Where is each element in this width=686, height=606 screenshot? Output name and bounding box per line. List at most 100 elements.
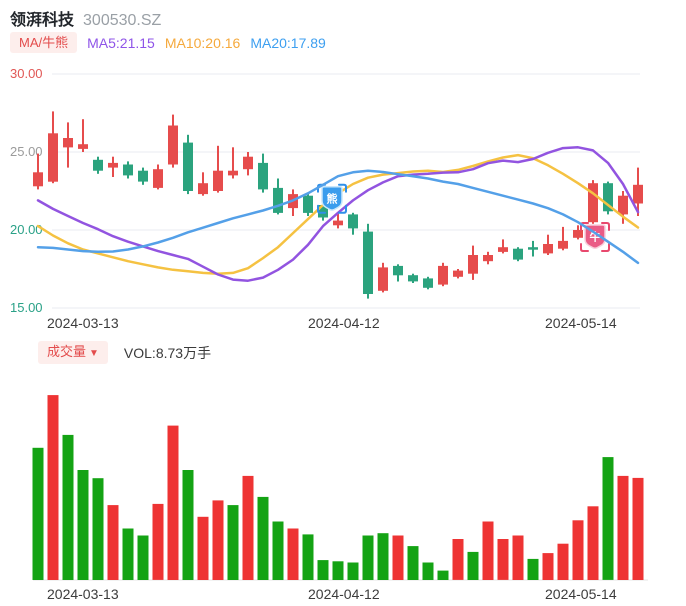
volume-bar[interactable] <box>497 539 509 580</box>
volume-bar[interactable] <box>152 503 164 580</box>
volume-bar[interactable] <box>197 516 209 580</box>
volume-bar[interactable] <box>167 425 179 580</box>
volume-bar[interactable] <box>572 520 584 580</box>
volume-bar[interactable] <box>422 562 434 581</box>
candle[interactable] <box>258 162 268 190</box>
candle[interactable] <box>63 138 73 148</box>
x-tick-label: 2024-04-12 <box>308 586 380 602</box>
volume-bar[interactable] <box>257 496 269 580</box>
candle[interactable] <box>213 170 223 191</box>
volume-bar[interactable] <box>437 570 449 580</box>
volume-bar[interactable] <box>392 535 404 581</box>
candle[interactable] <box>333 220 343 226</box>
volume-bar[interactable] <box>302 534 314 580</box>
ma5-value: MA5:21.15 <box>87 34 155 51</box>
candle[interactable] <box>528 247 538 250</box>
volume-bar[interactable] <box>107 505 119 580</box>
candle[interactable] <box>33 172 43 187</box>
candle[interactable] <box>483 255 493 262</box>
candle[interactable] <box>573 230 583 238</box>
volume-bar[interactable] <box>602 457 614 580</box>
candle[interactable] <box>78 144 88 149</box>
candle[interactable] <box>423 278 433 288</box>
volume-bar[interactable] <box>587 506 599 580</box>
candle[interactable] <box>228 170 238 176</box>
candle[interactable] <box>558 240 568 249</box>
candle[interactable] <box>408 275 418 282</box>
volume-bar[interactable] <box>242 475 254 580</box>
candle[interactable] <box>243 156 253 170</box>
volume-bar[interactable] <box>77 470 89 580</box>
candle[interactable] <box>363 231 373 294</box>
volume-indicator-badge[interactable]: 成交量 ▼ <box>38 341 108 364</box>
volume-bar[interactable] <box>287 528 299 581</box>
y-tick-label: 20.00 <box>10 222 43 237</box>
volume-bar[interactable] <box>482 521 494 581</box>
ma-indicator-badge[interactable]: MA/牛熊 <box>10 32 78 53</box>
candle[interactable] <box>618 195 628 215</box>
candle[interactable] <box>93 159 103 171</box>
volume-value: VOL:8.73万手 <box>123 344 212 361</box>
candle[interactable] <box>108 162 118 168</box>
candle[interactable] <box>513 248 523 260</box>
volume-bar[interactable] <box>527 558 539 580</box>
volume-header: 成交量 ▼ VOL:8.73万手 <box>38 341 211 364</box>
volume-bar[interactable] <box>137 535 149 581</box>
candle[interactable] <box>168 125 178 165</box>
volume-bar[interactable] <box>377 533 389 580</box>
volume-bar[interactable] <box>317 560 329 580</box>
volume-bar[interactable] <box>122 528 134 581</box>
ma20-value: MA20:17.89 <box>250 34 326 51</box>
volume-bar[interactable] <box>332 561 344 580</box>
volume-bar[interactable] <box>62 434 74 580</box>
candle[interactable] <box>498 247 508 252</box>
volume-bar[interactable] <box>227 505 239 580</box>
volume-bar[interactable] <box>347 562 359 581</box>
stock-symbol: 300530.SZ <box>83 12 162 29</box>
x-tick-label: 2024-03-13 <box>47 315 119 331</box>
candle[interactable] <box>303 195 313 213</box>
volume-bar[interactable] <box>617 475 629 580</box>
volume-bar[interactable] <box>407 546 419 580</box>
volume-bar[interactable] <box>32 447 44 580</box>
volume-bar[interactable] <box>362 535 374 581</box>
chart-canvas[interactable]: 30.0025.0020.0015.00熊牛2024-03-13 2024-04-… <box>0 0 686 606</box>
candle[interactable] <box>633 184 643 204</box>
volume-bar[interactable] <box>512 535 524 581</box>
volume-bar[interactable] <box>557 543 569 580</box>
candle[interactable] <box>348 214 358 229</box>
volume-bar[interactable] <box>272 521 284 581</box>
candle[interactable] <box>123 164 133 176</box>
ma-legend: MA/牛熊 MA5:21.15 MA10:20.16 MA20:17.89 <box>10 32 326 53</box>
candle[interactable] <box>198 183 208 195</box>
volume-bar[interactable] <box>632 477 644 580</box>
candle[interactable] <box>393 265 403 276</box>
y-tick-label: 15.00 <box>10 300 43 315</box>
volume-bar[interactable] <box>542 553 554 580</box>
volume-bar[interactable] <box>467 551 479 580</box>
candle[interactable] <box>273 187 283 213</box>
candle[interactable] <box>378 267 388 291</box>
candle[interactable] <box>543 244 553 254</box>
candle[interactable] <box>48 133 58 182</box>
volume-bar[interactable] <box>452 539 464 580</box>
chevron-down-icon: ▼ <box>89 348 99 359</box>
ma10-value: MA10:20.16 <box>164 34 241 51</box>
candle[interactable] <box>453 270 463 277</box>
volume-bar[interactable] <box>92 478 104 580</box>
volume-badge-label: 成交量 <box>47 344 87 359</box>
candle[interactable] <box>468 255 478 274</box>
bear-glyph: 熊 <box>327 191 338 205</box>
candle[interactable] <box>438 265 448 285</box>
candle[interactable] <box>138 170 148 182</box>
volume-bar[interactable] <box>182 470 194 580</box>
x-tick-label: 2024-04-12 <box>308 315 380 331</box>
x-tick-label: 2024-05-14 <box>545 586 617 602</box>
volume-bar[interactable] <box>212 500 224 580</box>
x-tick-label: 2024-03-13 <box>47 586 119 602</box>
stock-app: { "header": { "title": "领湃科技", "symbol":… <box>0 0 686 606</box>
candle[interactable] <box>183 142 193 191</box>
candle[interactable] <box>153 169 163 188</box>
candle[interactable] <box>588 183 598 223</box>
volume-bar[interactable] <box>47 395 59 580</box>
